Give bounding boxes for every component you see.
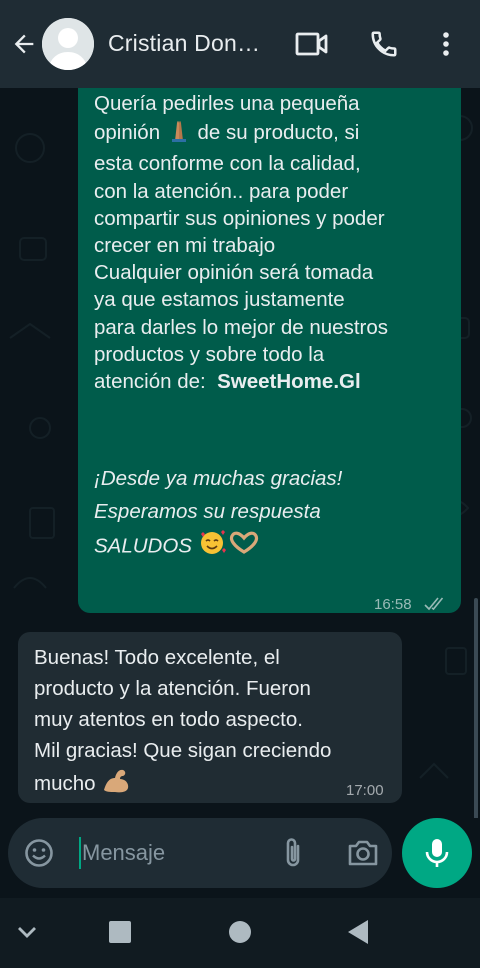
- message-line: compartir sus opiniones y poder: [94, 206, 385, 230]
- microphone-icon: [425, 839, 449, 867]
- message-line: opinión de su producto, si: [94, 117, 451, 150]
- back-arrow-icon: [14, 34, 34, 54]
- system-navigation-bar: [0, 898, 480, 968]
- voice-message-button[interactable]: [402, 818, 472, 888]
- double-check-icon: [424, 597, 444, 611]
- avatar[interactable]: [42, 18, 94, 70]
- message-line: Quería pedirles una pequeña: [94, 92, 360, 115]
- scrollbar[interactable]: [474, 598, 478, 818]
- incoming-message-bubble[interactable]: Buenas! Todo excelente, el producto y la…: [18, 632, 402, 803]
- message-line: Mil gracias! Que sigan creciendo: [34, 739, 332, 762]
- message-line: productos y sobre todo la: [94, 342, 325, 366]
- folded-hands-icon: [166, 117, 192, 150]
- message-composer: Mensaje: [8, 818, 392, 888]
- video-call-icon: [295, 32, 328, 56]
- flexed-biceps-icon: [101, 766, 131, 803]
- message-line: atención de: SweetHome.Gl: [94, 370, 361, 394]
- attach-icon[interactable]: [280, 836, 306, 870]
- video-call-button[interactable]: [294, 26, 330, 62]
- chat-header: Cristian Don…: [0, 0, 480, 88]
- outgoing-message-bubble[interactable]: Quería pedirles una pequeña opinión de s…: [78, 88, 461, 613]
- message-line: producto y la atención. Fueron: [34, 677, 311, 700]
- message-line: ya que estamos justamente: [94, 288, 345, 312]
- more-vert-icon: [443, 32, 449, 56]
- back-button[interactable]: [8, 28, 40, 60]
- heart-hands-icon: [228, 530, 260, 564]
- outgoing-message-text: Quería pedirles una pequeña opinión de s…: [94, 90, 451, 395]
- message-line: esta conforme con la calidad,: [94, 152, 361, 176]
- text-caret: [79, 837, 81, 869]
- phone-icon: [371, 31, 397, 57]
- message-line: Cualquier opinión será tomada: [94, 261, 374, 285]
- home-icon[interactable]: [228, 920, 252, 944]
- message-line: para darles lo mejor de nuestros: [94, 315, 388, 339]
- camera-icon[interactable]: [346, 838, 380, 868]
- message-line: ¡Desde ya muchas gracias!: [94, 467, 343, 490]
- contact-name[interactable]: Cristian Don…: [108, 30, 260, 57]
- recent-apps-icon[interactable]: [108, 920, 132, 944]
- back-nav-icon[interactable]: [346, 918, 370, 946]
- more-options-button[interactable]: [428, 26, 464, 62]
- message-line: Esperamos su respuesta: [94, 500, 321, 523]
- message-line: con la atención.. para poder: [94, 179, 349, 203]
- default-avatar-icon: [42, 18, 94, 70]
- message-line: mucho: [34, 766, 390, 803]
- voice-call-button[interactable]: [366, 26, 402, 62]
- outgoing-message-time: 16:58: [374, 596, 412, 613]
- message-input[interactable]: Mensaje: [82, 840, 165, 866]
- message-line: crecer en mi trabajo: [94, 234, 276, 258]
- brand-name[interactable]: SweetHome.Gl: [217, 370, 361, 393]
- message-line: Buenas! Todo excelente, el: [34, 646, 280, 669]
- chevron-down-icon[interactable]: [16, 924, 38, 940]
- incoming-message-text: Buenas! Todo excelente, el producto y la…: [34, 642, 390, 803]
- outgoing-message-closing: ¡Desde ya muchas gracias! Esperamos su r…: [94, 462, 451, 566]
- emoji-icon[interactable]: [24, 838, 54, 868]
- incoming-message-time: 17:00: [346, 782, 384, 799]
- smiling-face-with-hearts-icon: [198, 528, 228, 566]
- message-line: muy atentos en todo aspecto.: [34, 708, 303, 731]
- message-line: SALUDOS: [94, 528, 451, 566]
- chat-area[interactable]: Quería pedirles una pequeña opinión de s…: [0, 88, 480, 818]
